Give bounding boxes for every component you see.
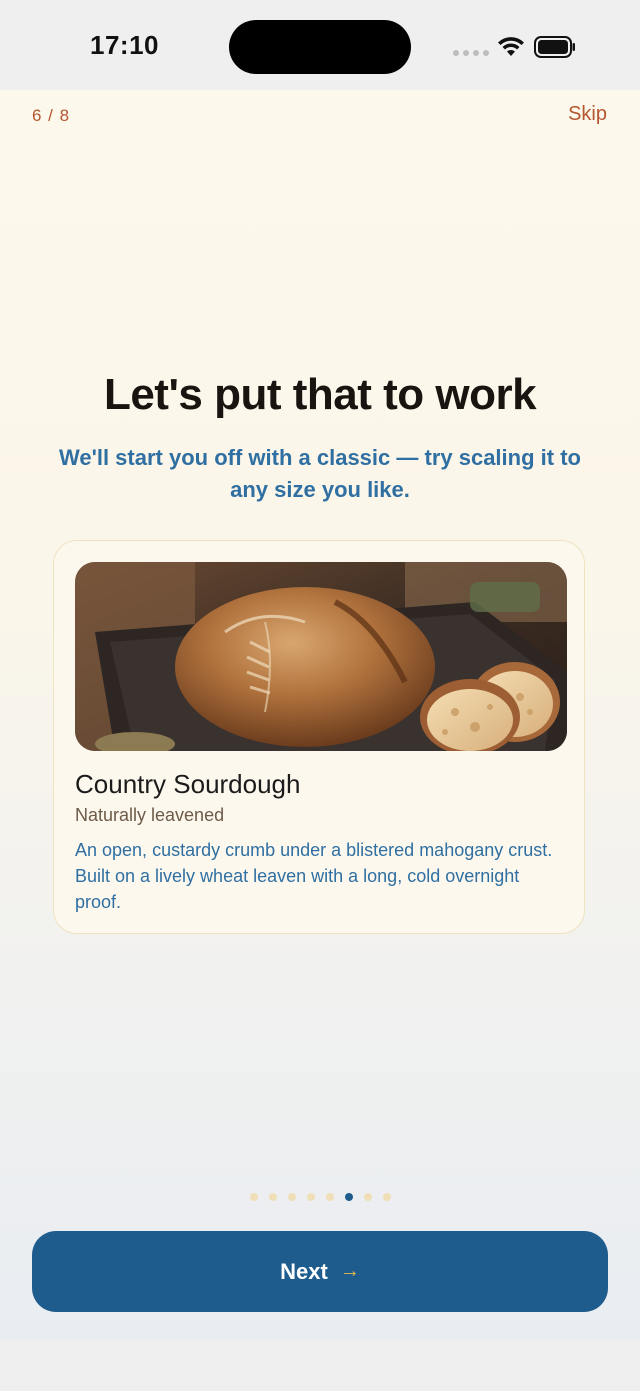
pagination-dot xyxy=(364,1193,372,1201)
pagination-dot-active xyxy=(345,1193,353,1201)
page-title: Let's put that to work xyxy=(103,370,537,419)
pagination-dot xyxy=(383,1193,391,1201)
status-bar: 17:10 xyxy=(0,0,640,90)
recipe-tag: Naturally leavened xyxy=(75,805,225,825)
next-button[interactable]: Next → xyxy=(32,1231,608,1312)
home-indicator-area xyxy=(0,1340,640,1391)
pagination-dot xyxy=(269,1193,277,1201)
next-button-label: Next xyxy=(280,1258,328,1284)
skip-button[interactable]: Skip xyxy=(568,103,607,126)
wifi-icon xyxy=(498,37,524,56)
dynamic-island xyxy=(229,20,411,74)
status-time: 17:10 xyxy=(90,30,159,60)
recipe-card[interactable]: Country Sourdough Naturally leavened An … xyxy=(53,540,585,934)
pagination-dot xyxy=(326,1193,334,1201)
onboarding-screen: 6 / 8 Skip Let's put that to work We'll … xyxy=(0,90,640,1340)
recipe-description: An open, custardy crumb under a blistere… xyxy=(75,840,553,912)
pagination-dots xyxy=(250,1193,391,1201)
recipe-title: Country Sourdough xyxy=(75,769,301,799)
arrow-right-icon: → xyxy=(339,1260,360,1282)
step-counter: 6 / 8 xyxy=(32,106,71,125)
battery-icon xyxy=(534,36,575,58)
sourdough-bread-photo xyxy=(75,562,567,751)
pagination-dot xyxy=(288,1193,296,1201)
pagination-dot xyxy=(250,1193,258,1201)
page-subtitle: We'll start you off with a classic — try… xyxy=(59,445,581,502)
pagination-dot xyxy=(307,1193,315,1201)
cellular-signal-icon xyxy=(453,50,489,56)
